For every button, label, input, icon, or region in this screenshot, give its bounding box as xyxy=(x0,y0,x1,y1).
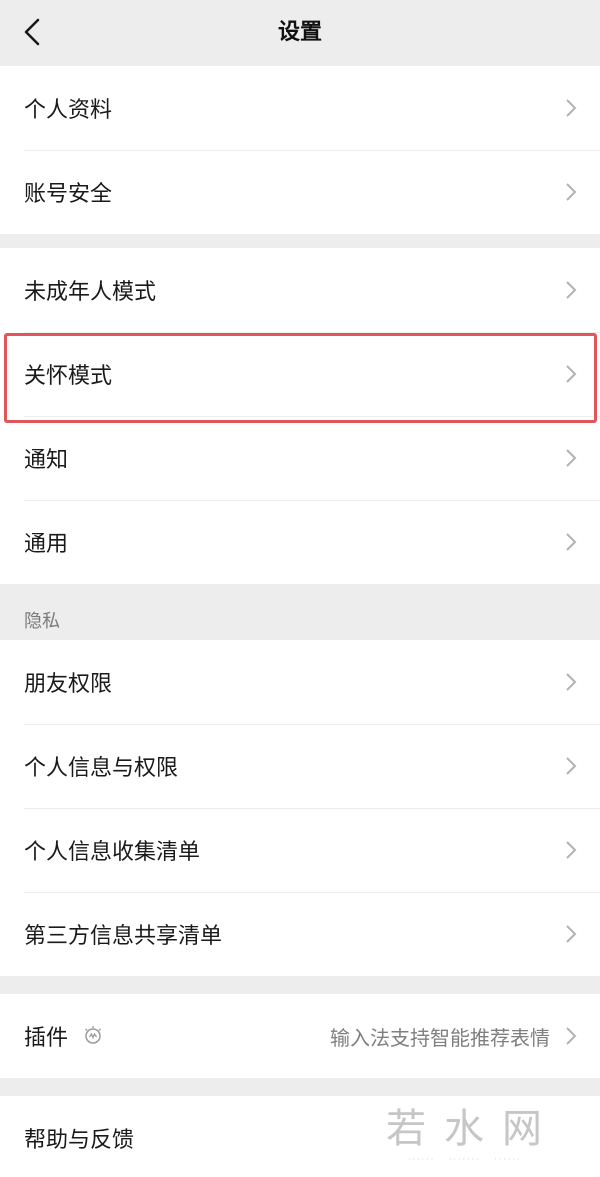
settings-item-label: 朋友权限 xyxy=(24,672,113,697)
chevron-right-icon xyxy=(566,673,577,691)
settings-item-account-security[interactable]: 账号安全 xyxy=(0,150,600,234)
settings-item-third-party-sharing-list[interactable]: 第三方信息共享清单 xyxy=(0,892,600,976)
navigation-bar: 设置 xyxy=(0,0,600,66)
settings-group-help: 帮助与反馈 xyxy=(0,1096,600,1177)
settings-item-help-feedback[interactable]: 帮助与反馈 xyxy=(0,1096,600,1177)
chevron-right-icon xyxy=(566,183,577,201)
settings-group-plugins: 插件 输入法支持智能推荐表情 xyxy=(0,994,600,1078)
settings-item-label: 通用 xyxy=(24,532,69,557)
chevron-right-icon xyxy=(566,841,577,859)
chevron-right-icon xyxy=(566,281,577,299)
settings-item-care-mode[interactable]: 关怀模式 xyxy=(0,332,600,416)
settings-item-label: 关怀模式 xyxy=(24,364,113,389)
lightbulb-icon xyxy=(85,1026,101,1044)
chevron-right-icon xyxy=(566,449,577,467)
chevron-right-icon xyxy=(566,365,577,383)
section-divider xyxy=(0,1078,600,1096)
chevron-right-icon xyxy=(566,925,577,943)
settings-item-general[interactable]: 通用 xyxy=(0,500,600,584)
page-title: 设置 xyxy=(277,20,322,45)
settings-item-label: 个人资料 xyxy=(24,98,113,123)
settings-item-label: 个人信息收集清单 xyxy=(24,840,201,865)
settings-group-account: 个人资料 账号安全 xyxy=(0,66,600,234)
settings-item-label: 个人信息与权限 xyxy=(24,756,179,781)
settings-item-personal-info-permissions[interactable]: 个人信息与权限 xyxy=(0,724,600,808)
section-divider xyxy=(0,234,600,248)
section-header-privacy: 隐私 xyxy=(0,584,600,640)
settings-item-friend-permissions[interactable]: 朋友权限 xyxy=(0,640,600,724)
settings-item-info-collection-list[interactable]: 个人信息收集清单 xyxy=(0,808,600,892)
settings-item-label: 通知 xyxy=(24,448,69,473)
settings-item-profile[interactable]: 个人资料 xyxy=(0,66,600,150)
section-divider xyxy=(0,976,600,994)
chevron-right-icon xyxy=(566,99,577,117)
settings-item-notifications[interactable]: 通知 xyxy=(0,416,600,500)
settings-item-label: 账号安全 xyxy=(24,182,113,207)
settings-item-minor-mode[interactable]: 未成年人模式 xyxy=(0,248,600,332)
chevron-right-icon xyxy=(566,757,577,775)
chevron-right-icon xyxy=(566,533,577,551)
settings-group-privacy: 朋友权限 个人信息与权限 个人信息收集清单 第三方信息共享清单 xyxy=(0,640,600,976)
settings-item-label: 未成年人模式 xyxy=(24,280,157,305)
settings-item-label: 帮助与反馈 xyxy=(24,1128,135,1153)
settings-group-modes: 未成年人模式 关怀模式 通知 通用 xyxy=(0,248,600,584)
settings-item-label: 插件 xyxy=(24,1026,69,1051)
settings-item-label: 第三方信息共享清单 xyxy=(24,924,223,949)
chevron-right-icon xyxy=(566,1027,577,1045)
plugins-status-text: 输入法支持智能推荐表情 xyxy=(330,1025,550,1050)
settings-item-plugins[interactable]: 插件 输入法支持智能推荐表情 xyxy=(0,994,600,1078)
